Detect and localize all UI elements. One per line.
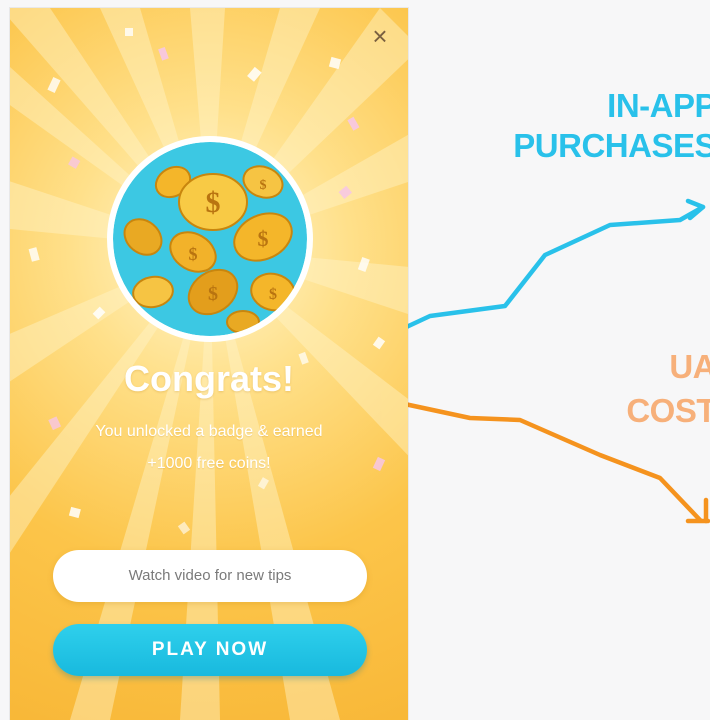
- close-icon[interactable]: ×: [366, 22, 394, 50]
- in-app-purchases-label-line1: IN-APP: [607, 87, 710, 124]
- watch-video-button[interactable]: Watch video for new tips: [53, 550, 367, 602]
- svg-text:$: $: [260, 178, 267, 193]
- congrats-heading: Congrats!: [124, 358, 294, 399]
- in-app-purchases-label: IN-APP PURCHASES: [486, 86, 710, 166]
- coins-medallion: $ $ $ $ $ $: [107, 136, 313, 342]
- reward-message: You unlocked a badge & earned +1000 free…: [60, 416, 358, 480]
- svg-text:$: $: [189, 244, 198, 264]
- gold-coins-illustration: $ $ $ $ $ $: [113, 142, 307, 336]
- in-app-purchases-label-line2: PURCHASES: [513, 127, 710, 164]
- ua-cost-label: UA COST: [576, 345, 710, 433]
- svg-text:$: $: [258, 226, 269, 251]
- ua-cost-label-line2: COST: [626, 392, 710, 429]
- play-now-button[interactable]: PLAY NOW: [53, 624, 367, 676]
- svg-text:$: $: [206, 186, 221, 219]
- reward-popup: × $ $ $ $ $ $ Congrats! You unlocked a b…: [10, 8, 408, 720]
- svg-text:$: $: [269, 286, 277, 303]
- svg-text:$: $: [208, 283, 218, 305]
- reward-message-line1: You unlocked a badge & earned: [95, 423, 323, 440]
- in-app-purchases-line: [397, 204, 706, 333]
- ua-cost-label-line1: UA: [669, 348, 710, 385]
- reward-message-line2: +1000 free coins!: [147, 455, 271, 472]
